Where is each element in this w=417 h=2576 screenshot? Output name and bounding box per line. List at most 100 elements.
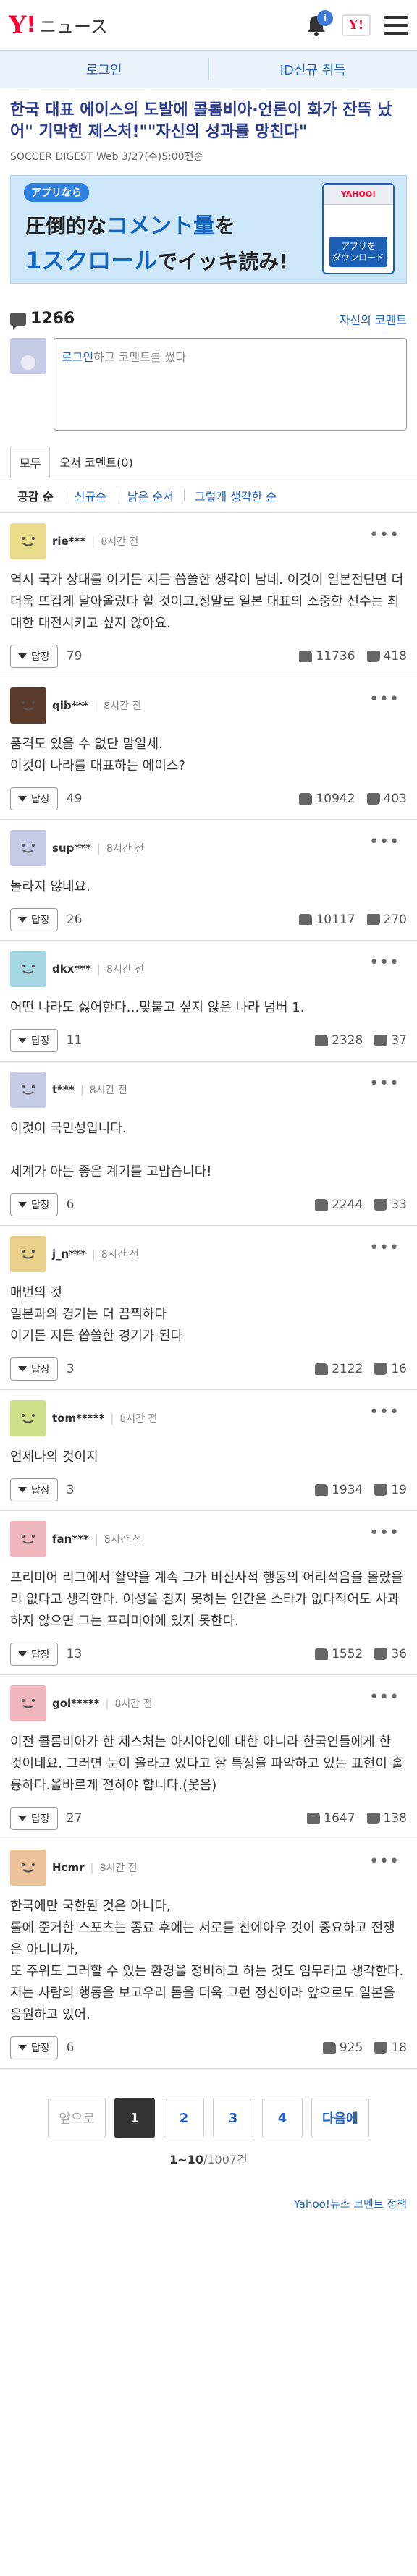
page-3[interactable]: 3 [213,2098,253,2138]
chevron-down-icon [18,1202,27,1208]
thumbs-up-icon [322,2042,336,2054]
comment-user[interactable]: qib*** [52,699,88,712]
avatar[interactable] [10,523,46,559]
reply-count: 11 [66,1033,83,1048]
like-button[interactable]: 925 [322,2041,363,2055]
dislike-button[interactable]: 418 [366,649,407,664]
thumbs-up-icon [315,1648,329,1660]
app-promo-banner[interactable]: アプリなら 圧倒的なコメント量を 1スクロールでイッキ読み! YAHOO! アプ… [10,175,407,284]
comment-user[interactable]: gol***** [52,1697,99,1710]
comment-time: 8시간 전 [106,964,144,975]
dislike-button[interactable]: 37 [374,1033,407,1048]
yahoo-news-logo[interactable]: Y ! ニュース [9,11,108,40]
tab-expert[interactable]: 오서 코멘트(0) [50,445,142,478]
reply-button[interactable]: 답장 [10,1357,58,1381]
reply-button[interactable]: 답장 [10,1029,58,1052]
reply-count: 6 [66,1198,75,1212]
like-button[interactable]: 1552 [315,1647,363,1661]
like-button[interactable]: 2328 [315,1033,363,1048]
tab-all[interactable]: 모두 [10,446,51,478]
reply-button[interactable]: 답장 [10,645,58,668]
phone-illustration-icon: YAHOO! アプリを ダウンロード [322,183,395,274]
dislike-button[interactable]: 16 [374,1362,407,1376]
reply-button[interactable]: 답장 [10,2036,58,2059]
more-options-icon[interactable]: ••• [369,834,400,850]
comment-user[interactable]: t*** [52,1083,75,1096]
like-button[interactable]: 10942 [299,792,355,806]
dislike-button[interactable]: 403 [366,792,407,806]
sort-bar: 공감 순 신규순 낡은 순서 그렇게 생각한 순 [0,478,417,513]
compose-login-link[interactable]: 로그인 [62,350,93,364]
chevron-down-icon [18,796,27,802]
signup-link[interactable]: ID신규 취득 [209,51,417,88]
reply-button[interactable]: 답장 [10,1478,58,1501]
reply-button[interactable]: 답장 [10,1643,58,1666]
avatar[interactable] [10,1521,46,1557]
next-page-button[interactable]: 다음에 [311,2098,369,2138]
comment-item: sup*** | 8시간 전 ••• 놀라지 않네요. 답장 26 10117 … [0,820,417,941]
sort-newest[interactable]: 신규순 [64,487,117,504]
sort-agree[interactable]: 그렇게 생각한 순 [185,487,287,504]
comment-user[interactable]: rie*** [52,535,85,548]
more-options-icon[interactable]: ••• [369,1240,400,1256]
menu-icon[interactable] [384,15,408,35]
app-download-button[interactable]: アプリを ダウンロード [329,237,387,267]
more-options-icon[interactable]: ••• [369,1525,400,1541]
page-4[interactable]: 4 [262,2098,303,2138]
avatar[interactable] [10,1072,46,1108]
prev-page-button[interactable]: 앞으로 [48,2098,106,2138]
sort-empathy[interactable]: 공감 순 [7,487,64,504]
more-options-icon[interactable]: ••• [369,692,400,708]
login-link[interactable]: 로그인 [0,51,208,88]
more-options-icon[interactable]: ••• [369,1076,400,1092]
avatar[interactable] [10,951,46,987]
more-options-icon[interactable]: ••• [369,1690,400,1706]
reply-button[interactable]: 답장 [10,787,58,810]
comment-user[interactable]: Hcmr [52,1861,84,1874]
sort-oldest[interactable]: 낡은 순서 [117,487,184,504]
dislike-button[interactable]: 33 [374,1198,407,1212]
dislike-button[interactable]: 36 [374,1647,407,1661]
my-comments-link[interactable]: 자신의 코멘트 [340,310,407,328]
avatar[interactable] [10,1850,46,1886]
more-options-icon[interactable]: ••• [369,1404,400,1420]
more-options-icon[interactable]: ••• [369,528,400,543]
dislike-button[interactable]: 138 [366,1811,407,1826]
more-options-icon[interactable]: ••• [369,955,400,971]
avatar[interactable] [10,1400,46,1436]
like-button[interactable]: 1934 [315,1483,363,1497]
thumbs-up-icon [307,1813,321,1824]
comment-user[interactable]: dkx*** [52,962,91,975]
comment-time: 8시간 전 [99,1863,138,1874]
comment-input[interactable]: 로그인하고 코멘트를 썼다 [54,338,407,431]
result-range: 1~10/1007건 [169,2153,248,2166]
avatar[interactable] [10,1685,46,1721]
like-button[interactable]: 2244 [315,1198,363,1212]
dislike-button[interactable]: 18 [374,2041,407,2055]
notification-bell-icon[interactable]: i [304,9,333,38]
thumbs-down-icon [366,793,380,805]
reply-button[interactable]: 답장 [10,1807,58,1830]
comment-item: dkx*** | 8시간 전 ••• 어떤 나라도 싫어한다…맞붙고 싶지 않은… [0,941,417,1062]
comment-user[interactable]: fan*** [52,1533,89,1546]
comment-policy-link[interactable]: Yahoo!뉴스 코멘트 정책 [294,2198,407,2211]
dislike-button[interactable]: 270 [366,912,407,927]
yahoo-top-link[interactable]: Y! [342,14,371,36]
comment-user[interactable]: j_n*** [52,1247,86,1261]
comment-user[interactable]: sup*** [52,842,91,855]
avatar[interactable] [10,830,46,866]
page-1[interactable]: 1 [114,2098,155,2138]
comment-user[interactable]: tom***** [52,1412,104,1425]
like-button[interactable]: 11736 [299,649,355,664]
reply-button[interactable]: 답장 [10,908,58,931]
like-button[interactable]: 10117 [299,912,355,927]
article-title[interactable]: 한국 대표 에이스의 도발에 콜롬비아·언론이 화가 잔뜩 났어" 기막힌 제스… [10,100,407,143]
like-button[interactable]: 2122 [315,1362,363,1376]
like-button[interactable]: 1647 [307,1811,355,1826]
reply-button[interactable]: 답장 [10,1193,58,1216]
avatar[interactable] [10,687,46,724]
avatar[interactable] [10,1236,46,1272]
dislike-button[interactable]: 19 [374,1483,407,1497]
more-options-icon[interactable]: ••• [369,1854,400,1870]
page-2[interactable]: 2 [164,2098,204,2138]
